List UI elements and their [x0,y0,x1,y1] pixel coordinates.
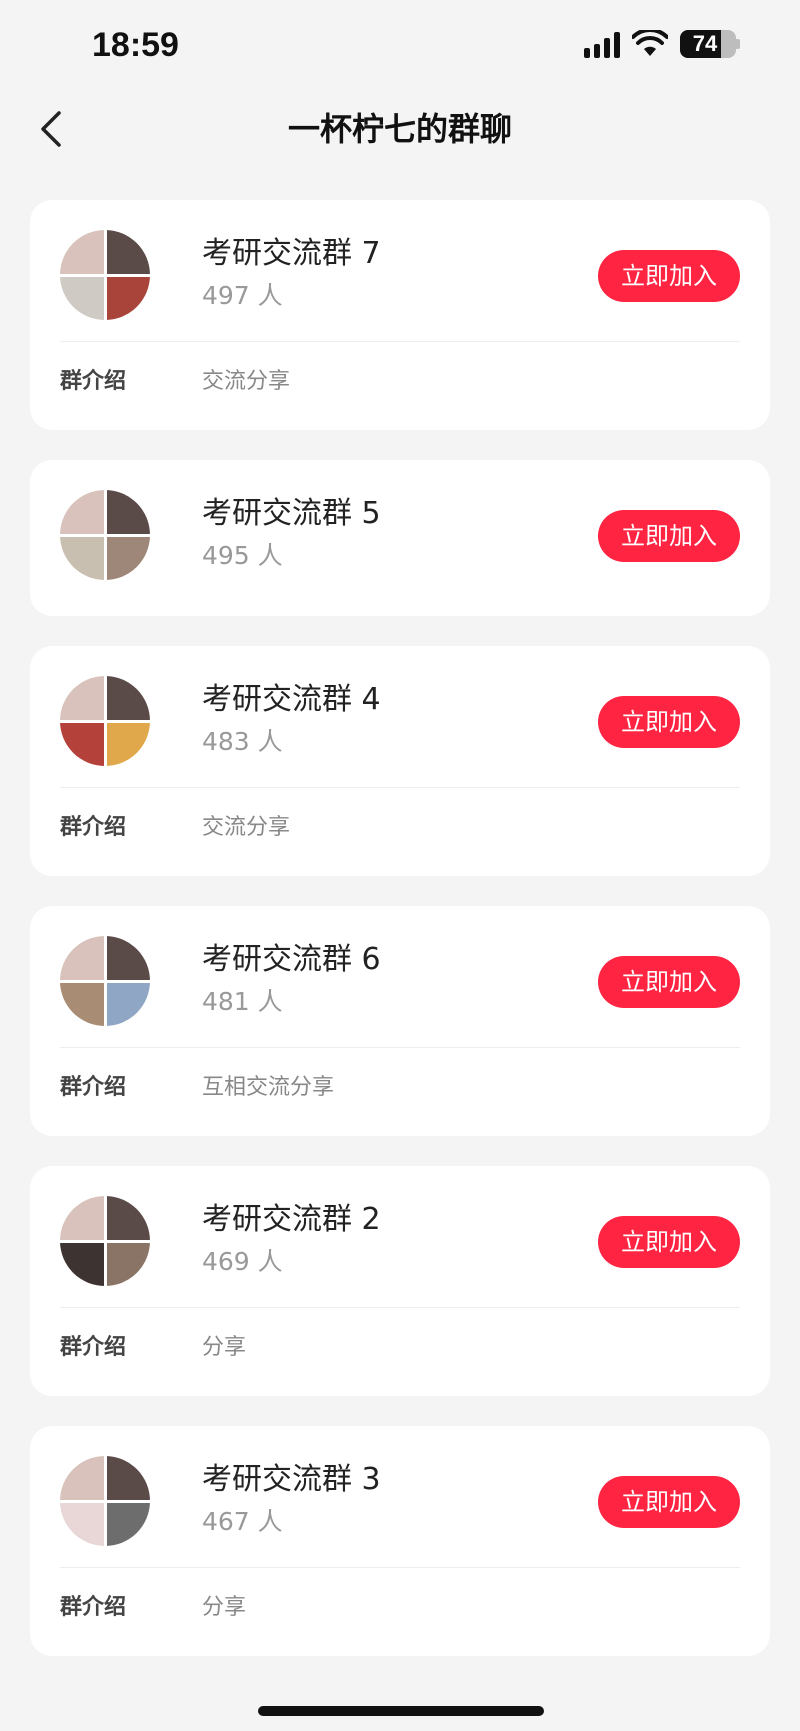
join-button[interactable]: 立即加入 [598,956,740,1008]
group-card[interactable]: 考研交流群 6 481 人 立即加入群介绍 互相交流分享 [30,906,770,1136]
group-card[interactable]: 考研交流群 7 497 人 立即加入群介绍 交流分享 [30,200,770,430]
avatar-tile [60,1502,104,1546]
group-avatar [60,1456,150,1546]
intro-label: 群介绍 [60,1595,127,1620]
group-avatar [60,230,150,320]
avatar-tile [60,276,104,320]
intro-text: 分享 [202,1595,247,1620]
home-indicator [258,1706,544,1716]
group-card[interactable]: 考研交流群 3 467 人 立即加入群介绍 分享 [30,1426,770,1656]
member-count: 467 人 [202,1507,283,1536]
avatar-tile [106,276,150,320]
group-avatar [60,1196,150,1286]
cellular-signal-icon [584,30,620,58]
avatar-tile [106,982,150,1026]
avatar-tile [106,676,150,720]
avatar-tile [106,490,150,534]
avatar-tile [60,536,104,580]
group-intro-row: 群介绍 交流分享 [60,788,740,876]
intro-label: 群介绍 [60,815,127,840]
status-bar: 18:59 74 [0,0,800,92]
group-intro-row: 群介绍 互相交流分享 [60,1048,740,1136]
group-avatar [60,676,150,766]
avatar-tile [60,936,104,980]
avatar-tile [60,1196,104,1240]
avatar-tile [60,982,104,1026]
join-button[interactable]: 立即加入 [598,696,740,748]
avatar-tile [106,1502,150,1546]
avatar-tile [106,1196,150,1240]
avatar-tile [106,230,150,274]
join-button[interactable]: 立即加入 [598,510,740,562]
group-avatar [60,490,150,580]
group-avatar [60,936,150,1026]
page-title: 一杯柠七的群聊 [287,110,512,148]
avatar-tile [60,490,104,534]
status-icons: 74 [584,30,740,58]
group-intro-row: 群介绍 交流分享 [60,342,740,430]
member-count: 495 人 [202,541,283,570]
intro-text: 分享 [202,1335,247,1360]
avatar-tile [60,722,104,766]
intro-label: 群介绍 [60,369,127,394]
group-intro-row: 群介绍 分享 [60,1568,740,1656]
intro-text: 互相交流分享 [202,1075,335,1100]
group-name: 考研交流群 4 [202,682,381,717]
battery-indicator: 74 [680,30,740,58]
group-name: 考研交流群 3 [202,1462,381,1497]
member-count: 481 人 [202,987,283,1016]
group-name: 考研交流群 5 [202,496,381,531]
group-name: 考研交流群 6 [202,942,381,977]
avatar-tile [106,936,150,980]
wifi-icon [632,30,668,56]
group-name: 考研交流群 7 [202,236,381,271]
group-card[interactable]: 考研交流群 4 483 人 立即加入群介绍 交流分享 [30,646,770,876]
join-button[interactable]: 立即加入 [598,1476,740,1528]
avatar-tile [60,676,104,720]
member-count: 497 人 [202,281,283,310]
group-card[interactable]: 考研交流群 5 495 人 立即加入 [30,460,770,616]
intro-text: 交流分享 [202,815,291,840]
group-card[interactable]: 考研交流群 2 469 人 立即加入群介绍 分享 [30,1166,770,1396]
intro-label: 群介绍 [60,1075,127,1100]
status-time: 18:59 [92,26,179,64]
avatar-tile [106,1456,150,1500]
join-button[interactable]: 立即加入 [598,1216,740,1268]
join-button[interactable]: 立即加入 [598,250,740,302]
avatar-tile [60,1456,104,1500]
intro-label: 群介绍 [60,1335,127,1360]
avatar-tile [106,536,150,580]
avatar-tile [60,1242,104,1286]
nav-bar: 一杯柠七的群聊 [0,92,800,168]
group-intro-row: 群介绍 分享 [60,1308,740,1396]
group-name: 考研交流群 2 [202,1202,381,1237]
avatar-tile [106,722,150,766]
group-list: 考研交流群 7 497 人立即加入 群介绍 交流分享 考研交流群 5 495 人立即加入考… [30,200,770,1656]
member-count: 483 人 [202,727,283,756]
battery-percentage: 74 [692,31,718,56]
avatar-tile [60,230,104,274]
intro-text: 交流分享 [202,369,291,394]
avatar-tile [106,1242,150,1286]
member-count: 469 人 [202,1247,283,1276]
